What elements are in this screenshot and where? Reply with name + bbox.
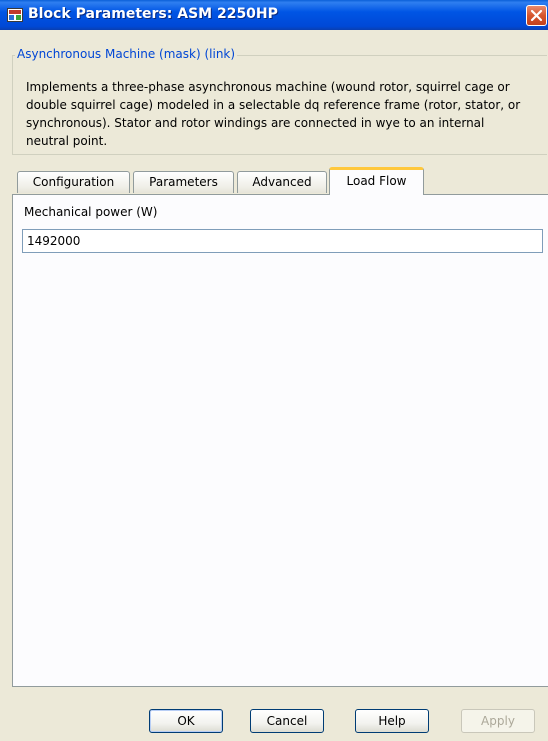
mask-title-link[interactable]: Asynchronous Machine (mask) (link): [15, 47, 238, 61]
tab-parameters[interactable]: Parameters: [133, 171, 234, 193]
simulink-block-icon: [7, 8, 23, 22]
close-icon: [530, 9, 543, 22]
description-line: double squirrel cage) modeled in a selec…: [26, 98, 521, 112]
cancel-button[interactable]: Cancel: [250, 709, 324, 733]
tab-configuration[interactable]: Configuration: [17, 171, 130, 193]
apply-button[interactable]: Apply: [461, 709, 535, 733]
tab-advanced[interactable]: Advanced: [237, 171, 327, 193]
mask-description: Implements a three-phase asynchronous ma…: [26, 78, 536, 150]
title-bar[interactable]: Block Parameters: ASM 2250HP: [0, 0, 548, 30]
description-line: synchronous). Stator and rotor windings …: [26, 116, 485, 130]
tab-load-flow[interactable]: Load Flow: [329, 167, 424, 195]
help-button[interactable]: Help: [355, 709, 429, 733]
mechanical-power-label: Mechanical power (W): [24, 205, 158, 219]
window-title: Block Parameters: ASM 2250HP: [28, 6, 278, 22]
description-line: neutral point.: [26, 134, 108, 148]
mechanical-power-input[interactable]: [22, 229, 543, 253]
close-button[interactable]: [526, 5, 547, 26]
ok-button[interactable]: OK: [149, 709, 223, 733]
load-flow-panel: [12, 194, 548, 687]
description-line: Implements a three-phase asynchronous ma…: [26, 80, 510, 94]
